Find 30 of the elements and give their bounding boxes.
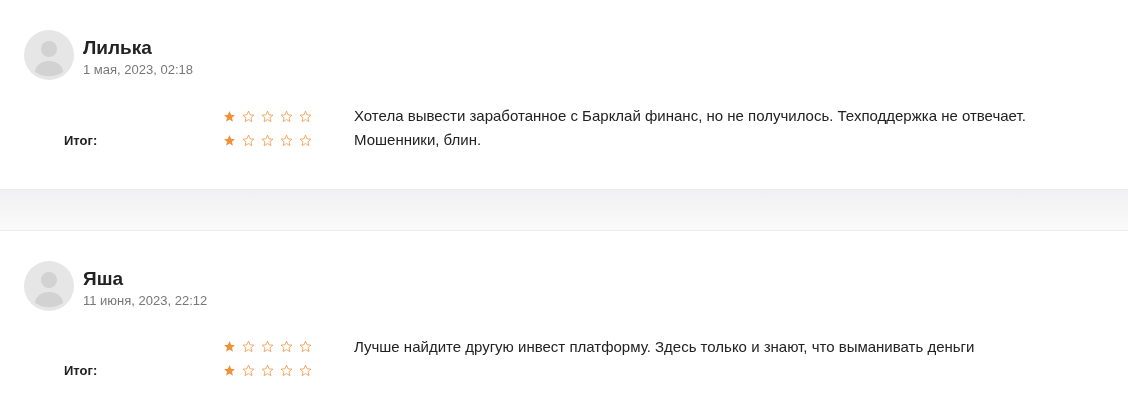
- filled-star-icon: [223, 340, 236, 354]
- review-text: Хотела вывести заработанное с Барклай финанс, но не получилось. Техподдержка не отвечает. Мошенники, блин.: [354, 106, 1027, 150]
- rating-label: Итог:: [64, 132, 98, 148]
- avatar-icon: [24, 260, 74, 311]
- review-text: Лучше найдите другую инвест платформу. Здесь только и знают, что выманивать деньги: [354, 336, 976, 357]
- empty-star-icon: [280, 109, 293, 123]
- author-name: Яша: [83, 267, 125, 290]
- rating-label: Итог:: [64, 363, 98, 379]
- empty-star-icon: [299, 133, 312, 147]
- review-date: 1 мая, 2023, 02:18: [83, 62, 193, 77]
- empty-star-icon: [280, 340, 293, 354]
- empty-star-icon: [280, 133, 293, 147]
- empty-star-icon: [280, 364, 293, 378]
- empty-star-icon: [261, 340, 274, 354]
- empty-star-icon: [261, 364, 274, 378]
- author-name: Лилька: [83, 37, 153, 59]
- empty-star-icon: [242, 109, 255, 123]
- filled-star-icon: [223, 364, 236, 378]
- empty-star-icon: [299, 364, 312, 378]
- filled-star-icon: [223, 133, 236, 147]
- empty-star-icon: [261, 133, 274, 147]
- empty-star-icon: [242, 340, 255, 354]
- review-date: 11 июня, 2023, 22:12: [83, 292, 208, 308]
- empty-star-icon: [299, 340, 312, 354]
- empty-star-icon: [261, 109, 274, 123]
- empty-star-icon: [299, 109, 312, 123]
- avatar-icon: [24, 30, 74, 80]
- empty-star-icon: [242, 133, 255, 147]
- filled-star-icon: [223, 109, 236, 123]
- empty-star-icon: [242, 364, 255, 378]
